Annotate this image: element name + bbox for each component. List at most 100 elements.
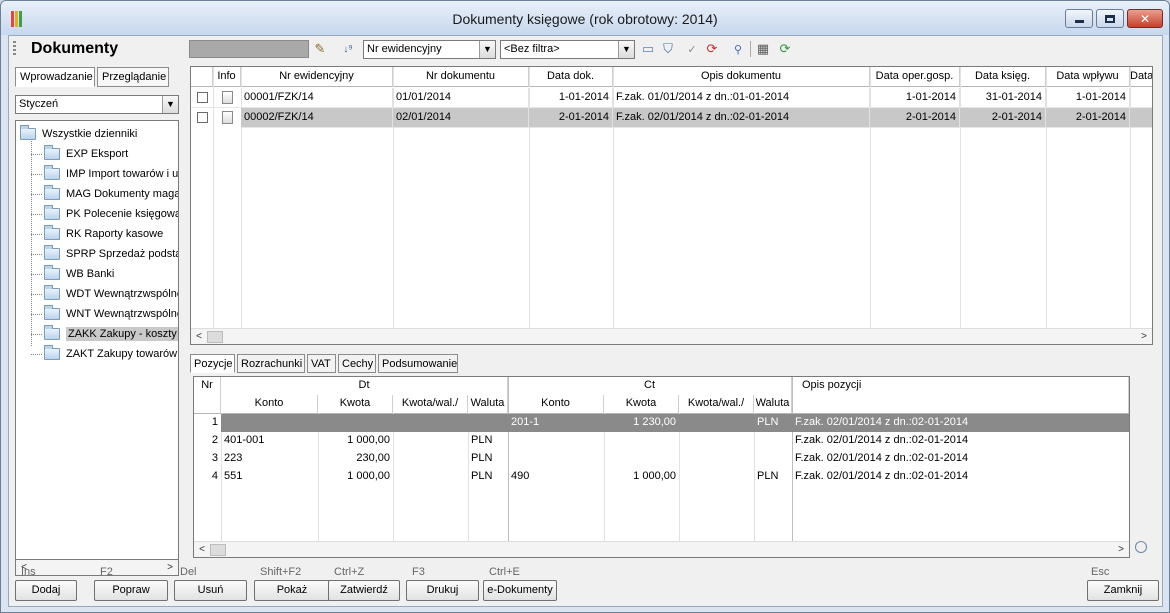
table-cell: 00002/FZK/14: [241, 108, 393, 128]
column-header-nr-dokumentu[interactable]: Nr dokumentu: [393, 67, 529, 87]
column-header-info[interactable]: Info: [213, 67, 241, 87]
popraw-button[interactable]: Popraw: [94, 580, 168, 601]
sort-icon[interactable]: ↓⁹: [339, 40, 357, 58]
chevron-down-icon[interactable]: ▼: [162, 96, 178, 113]
documents-horizontal-scrollbar[interactable]: < >: [191, 328, 1152, 344]
scroll-left-icon[interactable]: <: [194, 542, 210, 557]
toolbar-grip[interactable]: [13, 41, 16, 55]
tree-item-journal[interactable]: EXP Eksport: [44, 145, 128, 163]
main-panel: Dokumenty ✎ ↓⁹ Nr ewidencyjny ▼ <Bez fil…: [8, 35, 1163, 607]
search-input[interactable]: [189, 40, 309, 58]
tree-item-journal[interactable]: PK Polecenie księgowania: [44, 205, 179, 223]
title-bar[interactable]: Dokumenty księgowe (rok obrotowy: 2014) …: [1, 1, 1169, 35]
tree-item-root[interactable]: Wszystkie dzienniki: [20, 125, 137, 143]
tree-horizontal-scrollbar[interactable]: < >: [15, 560, 179, 576]
tab-cechy[interactable]: Cechy: [338, 354, 376, 373]
tree-item-journal[interactable]: RK Raporty kasowe: [44, 225, 163, 243]
table-cell: 1 000,00: [347, 434, 390, 446]
sort-combo[interactable]: Nr ewidencyjny ▼: [363, 40, 496, 59]
tab-wprowadzanie[interactable]: Wprowadzanie: [15, 67, 95, 87]
maximize-icon: [1105, 14, 1115, 23]
tree-item-journal[interactable]: WB Banki: [44, 265, 114, 283]
column-header-dt-konto[interactable]: Konto: [221, 395, 318, 413]
minimize-button[interactable]: [1065, 9, 1093, 28]
folder-icon[interactable]: ▭: [639, 40, 657, 58]
folder-icon: [44, 345, 60, 360]
search-tool-icon[interactable]: ✎: [311, 40, 329, 58]
scroll-thumb[interactable]: [207, 331, 223, 343]
refresh-green-icon[interactable]: ⟳: [776, 40, 794, 58]
select-column-header: [191, 67, 213, 87]
column-header-data-ksieg[interactable]: Data księg.: [960, 67, 1046, 87]
pokaz-button[interactable]: Pokaż: [254, 580, 330, 601]
tab-vat[interactable]: VAT: [307, 354, 336, 373]
column-header-nr[interactable]: Nr: [194, 377, 221, 413]
zatwierdz-button[interactable]: Zatwierdź: [328, 580, 400, 601]
scroll-right-icon[interactable]: >: [1136, 329, 1152, 344]
grid-icon[interactable]: ▦: [754, 40, 772, 58]
folder-icon: [44, 145, 60, 160]
folder-icon: [44, 205, 60, 220]
tab-pozycje[interactable]: Pozycje: [190, 354, 235, 373]
column-header-ct-kwota-wal[interactable]: Kwota/wal./: [679, 395, 754, 413]
tree-item-journal[interactable]: WDT Wewnątrzwspólnotowa: [44, 285, 178, 303]
row-checkbox[interactable]: [197, 92, 208, 103]
table-cell: [754, 432, 792, 450]
zamknij-button[interactable]: Zamknij: [1087, 580, 1159, 601]
link-icon[interactable]: ⚲: [729, 40, 747, 58]
tree-item-journal[interactable]: MAG Dokumenty magazynowe: [44, 185, 178, 203]
scroll-thumb[interactable]: [210, 544, 226, 556]
scroll-right-icon[interactable]: >: [162, 560, 178, 575]
tab-podsumowanie[interactable]: Podsumowanie: [378, 354, 458, 373]
column-header-dt: Dt: [221, 377, 508, 395]
column-header-ct-konto[interactable]: Konto: [508, 395, 604, 413]
table-cell: 1 000,00: [633, 470, 676, 482]
column-header-dt-kwota[interactable]: Kwota: [318, 395, 393, 413]
table-cell: 1-01-2014: [1046, 88, 1130, 108]
column-header-ct-kwota[interactable]: Kwota: [604, 395, 679, 413]
table-cell: 401-001: [224, 434, 265, 446]
column-header-opis-pozycji[interactable]: Opis pozycji: [792, 377, 1129, 413]
eye-icon[interactable]: [1135, 541, 1147, 553]
chevron-down-icon[interactable]: ▼: [479, 41, 495, 58]
tab-rozrachunki[interactable]: Rozrachunki: [237, 354, 305, 373]
dodaj-button[interactable]: Dodaj: [15, 580, 77, 601]
column-header-data-oper-gosp[interactable]: Data oper.gosp.: [870, 67, 960, 87]
drukuj-button[interactable]: Drukuj: [406, 580, 479, 601]
table-cell: F.zak. 02/01/2014 z dn.:02-01-2014: [795, 434, 969, 446]
refresh-red-icon[interactable]: ⟳: [703, 40, 721, 58]
key-hint: Ins: [21, 566, 36, 578]
checkmark-icon[interactable]: ✓: [683, 40, 701, 58]
key-hint: Ctrl+Z: [334, 566, 365, 578]
scroll-right-icon[interactable]: >: [1113, 542, 1129, 557]
tree-line: [31, 274, 43, 275]
tree-item-journal[interactable]: ZAKT Zakupy towarów: [44, 345, 177, 363]
tree-item-journal[interactable]: ZAKK Zakupy - koszty: [44, 325, 178, 343]
filter-combo[interactable]: <Bez filtra> ▼: [500, 40, 635, 59]
tree-item-journal[interactable]: SPRP Sprzedaż podstawowa: [44, 245, 178, 263]
positions-horizontal-scrollbar[interactable]: < >: [194, 541, 1129, 557]
tree-item-label: WB Banki: [66, 268, 115, 280]
e-dokumenty-button[interactable]: e-Dokumenty: [483, 580, 557, 601]
column-header-data-wplywu[interactable]: Data wpływu: [1046, 67, 1130, 87]
tree-item-journal[interactable]: WNT Wewnątrzwspólnotowe: [44, 305, 178, 323]
maximize-button[interactable]: [1096, 9, 1124, 28]
column-header-data-dok[interactable]: Data dok.: [529, 67, 613, 87]
chevron-down-icon[interactable]: ▼: [618, 41, 634, 58]
tree-item-journal[interactable]: IMP Import towarów i usług: [44, 165, 178, 183]
tree-item-label: PK Polecenie księgowania: [66, 208, 179, 220]
column-header-nr-ewidencyjny[interactable]: Nr ewidencyjny: [241, 67, 393, 87]
usun-button[interactable]: Usuń: [174, 580, 247, 601]
close-window-button[interactable]: ✕: [1127, 9, 1163, 28]
column-header-opis-dokumentu[interactable]: Opis dokumentu: [613, 67, 870, 87]
column-header-dt-kwota-wal[interactable]: Kwota/wal./: [393, 395, 468, 413]
month-combo[interactable]: Styczeń ▼: [15, 95, 179, 114]
filter-icon[interactable]: ⛉: [659, 40, 677, 58]
tab-przegladanie[interactable]: Przeglądanie: [97, 67, 169, 87]
key-hint: Del: [180, 566, 197, 578]
scroll-left-icon[interactable]: <: [191, 329, 207, 344]
column-header-data[interactable]: Data: [1130, 67, 1152, 87]
column-header-ct-waluta[interactable]: Waluta: [754, 395, 792, 413]
row-checkbox[interactable]: [197, 112, 208, 123]
column-header-dt-waluta[interactable]: Waluta: [468, 395, 508, 413]
